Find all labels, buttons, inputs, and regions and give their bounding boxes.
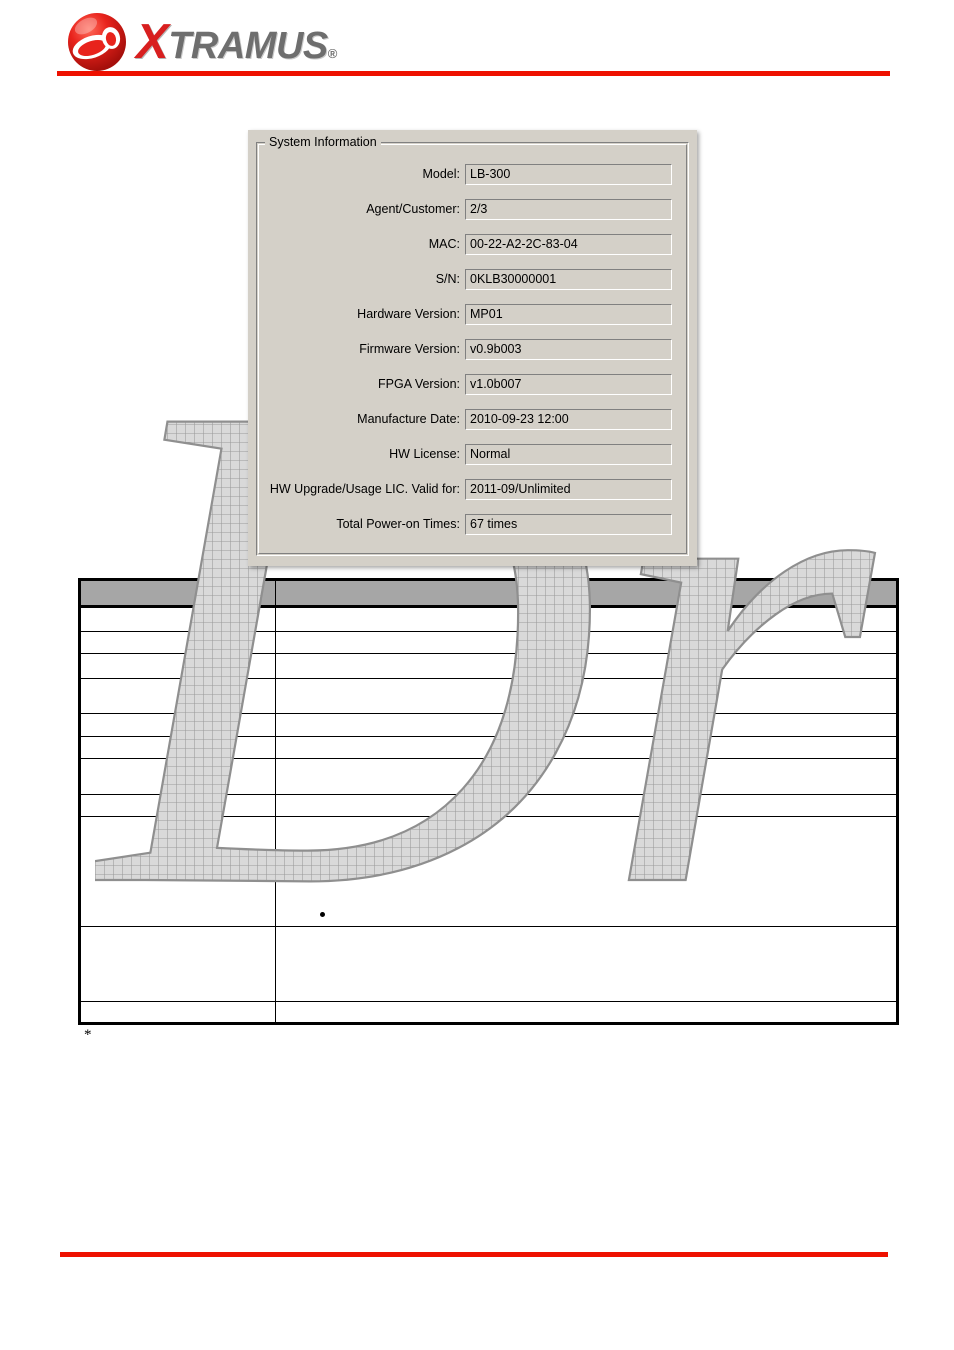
table-cell-value bbox=[275, 606, 899, 632]
xtramus-wordmark: XTRAMUS® bbox=[136, 14, 338, 69]
field-label-model: Model: bbox=[422, 167, 460, 181]
table-row bbox=[78, 653, 899, 679]
field-label-hw-license: HW License: bbox=[389, 447, 460, 461]
table-row bbox=[78, 794, 899, 817]
field-value-firmware-version[interactable]: v0.9b003 bbox=[465, 338, 672, 360]
table-row bbox=[78, 926, 899, 1002]
table-cell-value bbox=[275, 926, 899, 1002]
field-value-agent-customer[interactable]: 2/3 bbox=[465, 198, 672, 220]
field-value-hw-upgrade-usage-lic[interactable]: 2011-09/Unlimited bbox=[465, 478, 672, 500]
table-cell-label bbox=[78, 606, 276, 632]
table-cell-value bbox=[275, 678, 899, 714]
table-row bbox=[78, 816, 899, 927]
table-row bbox=[78, 678, 899, 714]
field-value-serial-number[interactable]: 0KLB30000001 bbox=[465, 268, 672, 290]
field-value-mac[interactable]: 00-22-A2-2C-83-04 bbox=[465, 233, 672, 255]
table-cell-label bbox=[78, 926, 276, 1002]
table-cell-label bbox=[78, 816, 276, 927]
registered-mark: ® bbox=[327, 45, 338, 61]
table-header-cell-1 bbox=[78, 578, 276, 608]
xtramus-logo: XTRAMUS® bbox=[66, 11, 337, 73]
field-value-hardware-version[interactable]: MP01 bbox=[465, 303, 672, 325]
table-cell-value bbox=[275, 1001, 899, 1025]
table-cell-value bbox=[275, 653, 899, 679]
logo-letter-x: X bbox=[136, 14, 169, 69]
system-information-groupbox: System Information Model: LB-300 Agent/C… bbox=[256, 135, 689, 556]
field-row-manufacture-date: Manufacture Date: 2010-09-23 12:00 bbox=[257, 408, 688, 430]
system-information-dialog: System Information Model: LB-300 Agent/C… bbox=[248, 130, 697, 566]
field-label-agent-customer: Agent/Customer: bbox=[366, 202, 460, 216]
table-header-cell-2 bbox=[275, 578, 899, 608]
table-row bbox=[78, 606, 899, 632]
field-row-hw-upgrade-usage-lic: HW Upgrade/Usage LIC. Valid for: 2011-09… bbox=[257, 478, 688, 500]
table-cell-label bbox=[78, 713, 276, 737]
bullet-point-icon bbox=[320, 912, 325, 917]
field-value-model[interactable]: LB-300 bbox=[465, 163, 672, 185]
field-row-total-power-on-times: Total Power-on Times: 67 times bbox=[257, 513, 688, 535]
field-label-manufacture-date: Manufacture Date: bbox=[357, 412, 460, 426]
xtramus-sphere-icon bbox=[66, 11, 128, 73]
table-row bbox=[78, 631, 899, 654]
field-row-hw-license: HW License: Normal bbox=[257, 443, 688, 465]
field-row-mac: MAC: 00-22-A2-2C-83-04 bbox=[257, 233, 688, 255]
field-label-firmware-version: Firmware Version: bbox=[359, 342, 460, 356]
table-footnote-asterisk: * bbox=[84, 1027, 92, 1043]
field-label-serial-number: S/N: bbox=[435, 272, 460, 286]
table-row bbox=[78, 736, 899, 759]
table-cell-label bbox=[78, 653, 276, 679]
table-cell-value bbox=[275, 631, 899, 654]
table-cell-value-bulleted bbox=[275, 816, 899, 927]
table-header-row bbox=[78, 578, 899, 608]
field-value-fpga-version[interactable]: v1.0b007 bbox=[465, 373, 672, 395]
header-divider-rule bbox=[57, 71, 890, 76]
table-cell-value bbox=[275, 713, 899, 737]
field-row-agent-customer: Agent/Customer: 2/3 bbox=[257, 198, 688, 220]
field-label-mac: MAC: bbox=[428, 237, 460, 251]
field-row-fpga-version: FPGA Version: v1.0b007 bbox=[257, 373, 688, 395]
field-row-hardware-version: Hardware Version: MP01 bbox=[257, 303, 688, 325]
field-label-fpga-version: FPGA Version: bbox=[378, 377, 460, 391]
table-cell-label bbox=[78, 736, 276, 759]
field-row-serial-number: S/N: 0KLB30000001 bbox=[257, 268, 688, 290]
table-cell-value bbox=[275, 758, 899, 795]
table-cell-label bbox=[78, 631, 276, 654]
table-cell-label bbox=[78, 1001, 276, 1025]
table-cell-value bbox=[275, 794, 899, 817]
field-label-hardware-version: Hardware Version: bbox=[357, 307, 460, 321]
table-row bbox=[78, 713, 899, 737]
field-value-total-power-on-times[interactable]: 67 times bbox=[465, 513, 672, 535]
system-information-field-list: Model: LB-300 Agent/Customer: 2/3 MAC: 0… bbox=[257, 163, 688, 548]
table-cell-label bbox=[78, 758, 276, 795]
logo-text-rest: TRAMUS bbox=[168, 24, 328, 67]
table-cell-value bbox=[275, 736, 899, 759]
field-label-hw-upgrade-usage-lic: HW Upgrade/Usage LIC. Valid for: bbox=[269, 482, 460, 496]
footer-divider-rule bbox=[60, 1252, 888, 1257]
groupbox-title: System Information bbox=[265, 135, 381, 149]
table-cell-label bbox=[78, 794, 276, 817]
field-value-manufacture-date[interactable]: 2010-09-23 12:00 bbox=[465, 408, 672, 430]
page-header: XTRAMUS® bbox=[0, 0, 954, 90]
field-value-hw-license[interactable]: Normal bbox=[465, 443, 672, 465]
field-row-model: Model: LB-300 bbox=[257, 163, 688, 185]
bullet-point-icon bbox=[320, 854, 325, 859]
table-cell-label bbox=[78, 678, 276, 714]
specification-table bbox=[78, 578, 899, 1025]
field-label-total-power-on-times: Total Power-on Times: bbox=[336, 517, 460, 531]
table-row bbox=[78, 1001, 899, 1025]
table-row bbox=[78, 758, 899, 795]
field-row-firmware-version: Firmware Version: v0.9b003 bbox=[257, 338, 688, 360]
